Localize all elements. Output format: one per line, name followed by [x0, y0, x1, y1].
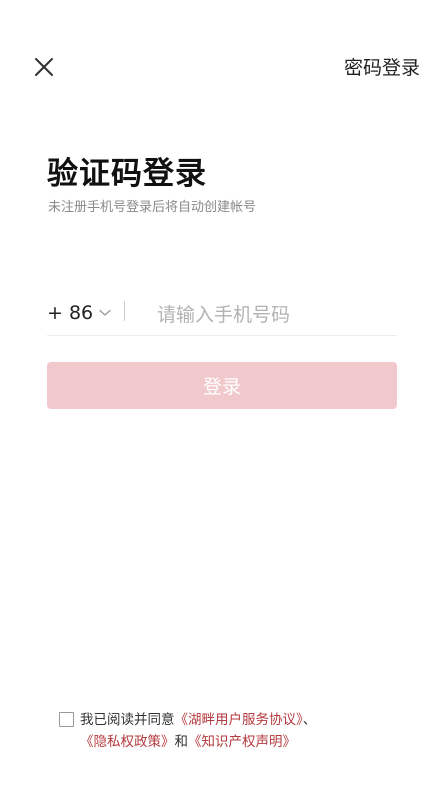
phone-input[interactable]	[157, 299, 393, 331]
agreement-separator: 、	[302, 712, 317, 728]
login-button[interactable]: 登录	[47, 362, 397, 409]
chevron-down-icon	[99, 309, 111, 317]
close-button[interactable]	[30, 53, 58, 81]
country-code-select[interactable]: + 86	[47, 299, 111, 327]
agreement-conjunction: 和	[174, 734, 189, 750]
agreement-prefix: 我已阅读并同意	[80, 712, 175, 728]
close-icon	[30, 53, 58, 81]
phone-input-row: + 86	[47, 295, 397, 336]
country-code-divider	[124, 301, 125, 321]
privacy-policy-link[interactable]: 《隐私权政策》	[80, 734, 175, 750]
password-login-link[interactable]: 密码登录	[344, 54, 420, 82]
ip-statement-link[interactable]: 《知识产权声明》	[188, 734, 296, 750]
page-title: 验证码登录	[47, 156, 207, 192]
agreement-checkbox[interactable]	[59, 712, 74, 727]
country-code-text: + 86	[47, 302, 94, 324]
service-agreement-link[interactable]: 《湖畔用户服务协议》	[175, 712, 303, 728]
page-subtitle: 未注册手机号登录后将自动创建帐号	[48, 200, 257, 215]
agreement-text: 我已阅读并同意《湖畔用户服务协议》、《隐私权政策》和《知识产权声明》	[80, 709, 398, 753]
